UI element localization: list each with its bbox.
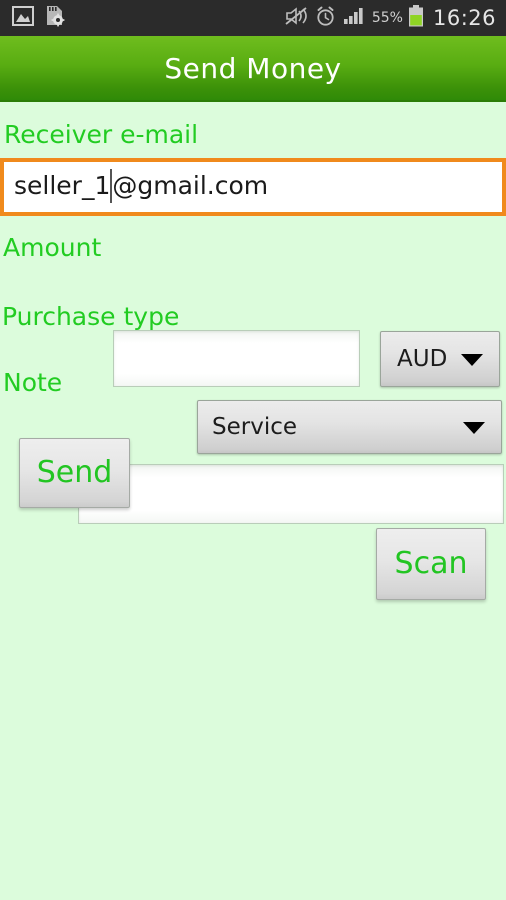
receiver-email-value-before-caret: seller_1 [14,171,111,200]
receiver-email-value-after-caret: @gmail.com [112,171,269,200]
currency-selected-value: AUD [397,345,448,372]
sound-mute-icon [284,6,308,30]
receiver-email-label: Receiver e-mail [4,120,199,149]
send-button-label: Send [36,455,113,490]
currency-dropdown[interactable]: AUD [380,331,500,387]
sd-card-settings-icon [43,5,65,31]
note-label: Note [3,368,63,397]
amount-input[interactable] [113,330,360,387]
note-input[interactable] [78,464,504,524]
text-caret [110,169,113,203]
gallery-image-icon [12,6,34,30]
chevron-down-icon [461,354,483,366]
amount-label: Amount [3,233,102,262]
app-header-bar: Send Money [0,36,506,102]
status-bar-left-icons [12,5,65,31]
receiver-email-input[interactable]: seller_1@gmail.com [0,158,506,216]
chevron-down-icon [463,422,485,434]
battery-icon [408,5,424,31]
status-bar-right-icons: 55% 16:26 [284,5,496,31]
purchase-type-selected-value: Service [212,413,298,440]
page-title: Send Money [164,51,342,85]
purchase-type-dropdown[interactable]: Service [197,400,502,454]
scan-button[interactable]: Scan [376,528,486,600]
purchase-type-label: Purchase type [2,302,180,331]
status-bar-clock: 16:26 [432,5,496,30]
signal-bars-icon [343,7,365,29]
status-bar: 55% 16:26 [0,0,506,36]
send-button[interactable]: Send [19,438,130,508]
receiver-email-value: seller_1@gmail.com [14,169,269,204]
send-money-form: Receiver e-mail seller_1@gmail.com Amoun… [0,104,506,900]
scan-button-label: Scan [394,546,468,581]
battery-percent-label: 55% [371,10,403,26]
alarm-clock-icon [315,6,336,31]
